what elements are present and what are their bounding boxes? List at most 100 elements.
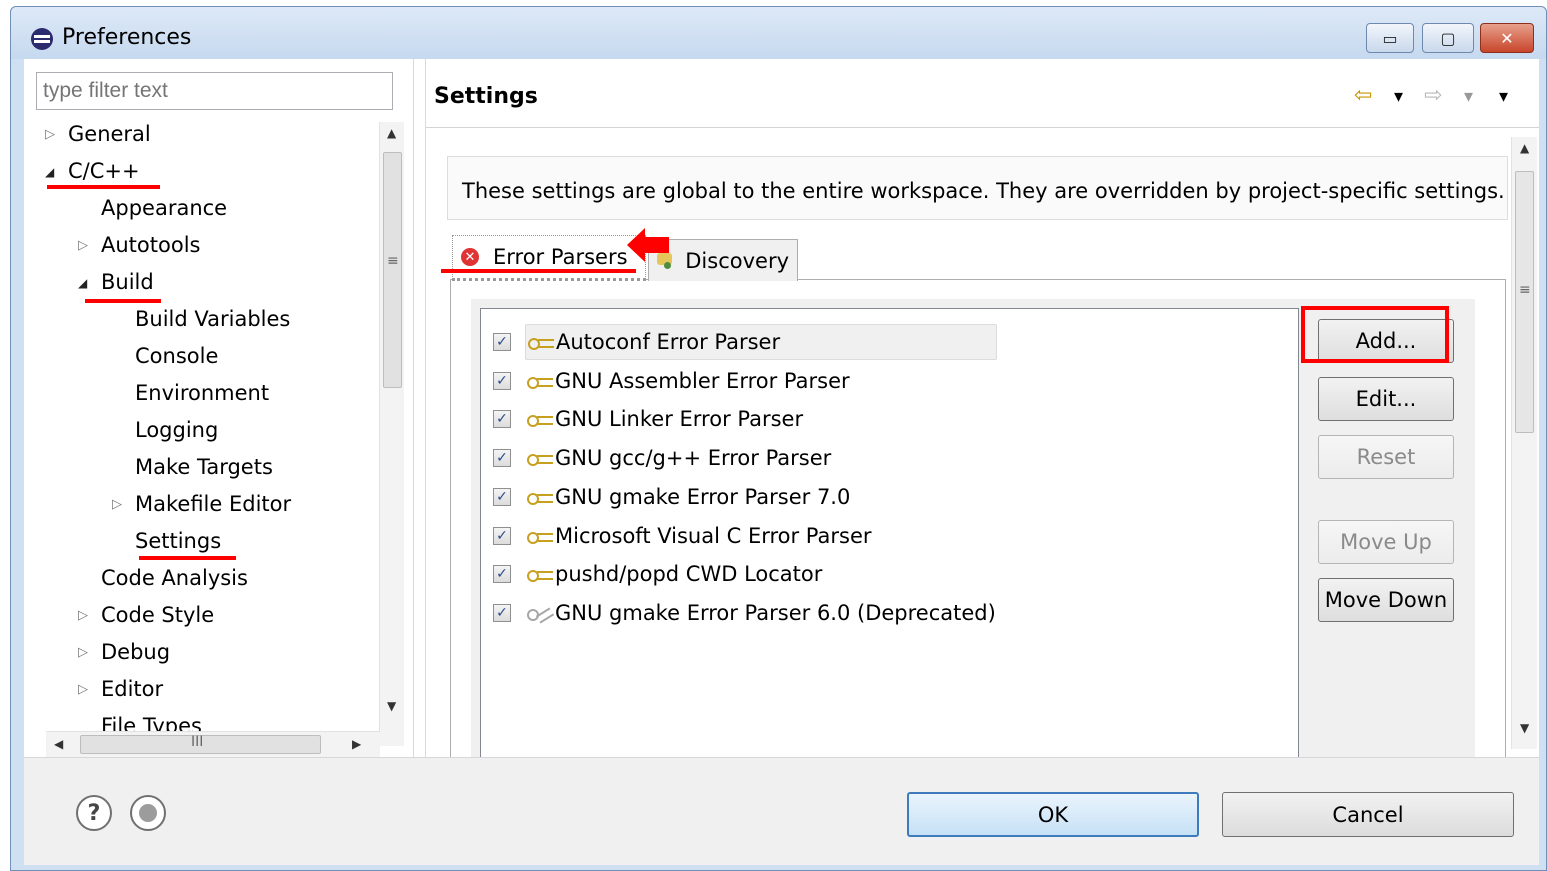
error-parser-list[interactable]: ✓ Autoconf Error Parser ✓ GNU Assembler Err… — [480, 308, 1299, 759]
tree-item-settings[interactable]: Settings — [135, 526, 221, 556]
parser-checkbox[interactable]: ✓ — [493, 565, 511, 584]
error-parser-row[interactable]: ✓ GNU gmake Error Parser 6.0 (Deprecated) — [481, 596, 1008, 630]
tree-item-label: Debug — [101, 640, 171, 664]
move-up-button[interactable]: Move Up — [1318, 520, 1454, 564]
tree-item-makefile-editor[interactable]: ▷ Makefile Editor — [112, 489, 291, 519]
error-parser-row[interactable]: ✓ pushd/popd CWD Locator — [481, 557, 834, 591]
expanded-twisty-icon[interactable]: ◢ — [45, 157, 54, 187]
tree-item-label: Build Variables — [135, 307, 291, 331]
tree-item-build[interactable]: ◢ Build — [78, 267, 154, 297]
window-title: Preferences — [62, 25, 192, 50]
cancel-button[interactable]: Cancel — [1222, 792, 1514, 837]
tree-item-make-targets[interactable]: Make Targets — [135, 452, 273, 482]
parser-checkbox[interactable]: ✓ — [493, 526, 511, 545]
info-box: These settings are global to the entire … — [447, 156, 1508, 220]
parser-checkbox[interactable]: ✓ — [493, 410, 511, 429]
parser-checkbox[interactable]: ✓ — [493, 333, 511, 351]
scroll-right-icon[interactable]: ▶ — [352, 737, 361, 751]
tree-item-general[interactable]: ▷ General — [45, 119, 151, 149]
forward-arrow-icon[interactable]: ⇨ — [1424, 83, 1442, 108]
collapsed-twisty-icon[interactable]: ▷ — [78, 675, 88, 705]
tree-item-console[interactable]: Console — [135, 341, 218, 371]
error-icon: ✕ — [461, 248, 479, 266]
edit-button[interactable]: Edit... — [1318, 377, 1454, 421]
title-bar[interactable]: Preferences ▭ ▢ ✕ — [11, 7, 1546, 59]
error-parser-row[interactable]: ✓ GNU gcc/g++ Error Parser — [481, 441, 843, 475]
back-arrow-icon[interactable]: ⇦ — [1354, 83, 1372, 108]
page-scroll-thumb[interactable]: ≡ — [1515, 171, 1534, 433]
tree-item-label: Console — [135, 344, 219, 368]
error-parser-row[interactable]: ✓ GNU Linker Error Parser — [481, 402, 815, 436]
reset-button[interactable]: Reset — [1318, 435, 1454, 479]
page-vertical-scrollbar[interactable]: ▲ ≡ ▼ — [1511, 137, 1537, 749]
tab-label: Discovery — [685, 248, 789, 273]
pane-sash[interactable] — [413, 59, 426, 757]
collapsed-twisty-icon[interactable]: ▷ — [45, 120, 55, 150]
tree-item-label: Code Style — [101, 603, 215, 627]
error-parser-row[interactable]: ✓ Microsoft Visual C Error Parser — [481, 519, 884, 553]
tree-item-code-style[interactable]: ▷ Code Style — [78, 600, 215, 630]
annotation-underline-error-parsers — [441, 269, 636, 273]
tree-item-code-analysis[interactable]: Code Analysis — [101, 563, 248, 593]
tree-item-label: General — [68, 122, 151, 146]
parser-label: GNU gmake Error Parser 7.0 — [555, 484, 851, 509]
page-scroll-down-icon[interactable]: ▼ — [1520, 721, 1529, 735]
parser-checkbox[interactable]: ✓ — [493, 449, 511, 468]
parser-label: GNU Linker Error Parser — [555, 407, 804, 432]
maximize-button[interactable]: ▢ — [1422, 23, 1474, 53]
tree-item-c-c[interactable]: ◢ C/C++ — [45, 156, 140, 186]
tree-horizontal-scrollbar[interactable]: ◀ III ▶ — [46, 731, 380, 757]
error-parser-row[interactable]: ✓ Autoconf Error Parser — [481, 324, 997, 360]
tab-error-parsers[interactable]: ✕ Error Parsers — [452, 235, 646, 281]
tree-item-appearance[interactable]: Appearance — [101, 193, 227, 223]
tree-item-label: Code Analysis — [101, 566, 248, 590]
parser-checkbox[interactable]: ✓ — [493, 371, 511, 390]
move-down-button[interactable]: Move Down — [1318, 578, 1454, 622]
info-text: These settings are global to the entire … — [462, 179, 1505, 203]
close-button[interactable]: ✕ — [1480, 23, 1534, 53]
tree-vertical-scrollbar[interactable]: ▲ ≡ ▼ — [379, 122, 404, 746]
parser-entry: pushd/popd CWD Locator — [525, 556, 834, 592]
error-parser-row[interactable]: ✓ GNU gmake Error Parser 7.0 — [481, 480, 862, 514]
error-parser-row[interactable]: ✓ GNU Assembler Error Parser — [481, 364, 862, 398]
collapsed-twisty-icon[interactable]: ▷ — [112, 490, 122, 520]
filter-input[interactable] — [36, 72, 393, 110]
expanded-twisty-icon[interactable]: ◢ — [78, 268, 87, 298]
tree-hscroll-thumb[interactable]: III — [80, 734, 321, 754]
parser-label: Microsoft Visual C Error Parser — [555, 523, 872, 548]
scroll-down-icon[interactable]: ▼ — [387, 699, 396, 713]
tree-item-logging[interactable]: Logging — [135, 415, 218, 445]
parser-checkbox[interactable]: ✓ — [493, 487, 511, 506]
tree-item-debug[interactable]: ▷ Debug — [78, 637, 171, 667]
preferences-window: Preferences ▭ ▢ ✕ ▷ General ◢ C/C++ Appearan… — [10, 6, 1547, 871]
parser-icon — [525, 527, 555, 545]
tree-item-label: Autotools — [101, 233, 201, 257]
view-menu-chevron-icon[interactable]: ▾ — [1499, 86, 1508, 107]
annotation-underline-build — [85, 299, 161, 303]
parser-icon — [525, 565, 555, 583]
page-scroll-up-icon[interactable]: ▲ — [1520, 141, 1529, 155]
parser-entry: GNU gmake Error Parser 6.0 (Deprecated) — [525, 595, 1008, 631]
collapsed-twisty-icon[interactable]: ▷ — [78, 638, 88, 668]
minimize-button[interactable]: ▭ — [1366, 23, 1414, 53]
tab-label: Error Parsers — [493, 245, 628, 269]
tree-item-editor[interactable]: ▷ Editor — [78, 674, 163, 704]
collapsed-twisty-icon[interactable]: ▷ — [78, 601, 88, 631]
tree-item-build-variables[interactable]: Build Variables — [135, 304, 290, 334]
tree-item-label: Settings — [135, 529, 222, 553]
back-menu-chevron-icon[interactable]: ▾ — [1394, 86, 1403, 107]
collapsed-twisty-icon[interactable]: ▷ — [78, 231, 88, 261]
tree-scroll-thumb[interactable]: ≡ — [383, 152, 402, 388]
tree-item-environment[interactable]: Environment — [135, 378, 269, 408]
scroll-up-icon[interactable]: ▲ — [387, 126, 396, 140]
grip-h-icon: III — [191, 734, 204, 750]
parser-checkbox[interactable]: ✓ — [493, 603, 511, 622]
parser-label: GNU gcc/g++ Error Parser — [555, 446, 832, 471]
tree-item-autotools[interactable]: ▷ Autotools — [78, 230, 201, 260]
header-separator — [426, 127, 1539, 128]
record-icon[interactable] — [130, 795, 166, 831]
scroll-left-icon[interactable]: ◀ — [54, 737, 63, 751]
forward-menu-chevron-icon[interactable]: ▾ — [1464, 86, 1473, 107]
ok-button[interactable]: OK — [907, 792, 1199, 837]
help-icon[interactable]: ? — [76, 795, 112, 831]
